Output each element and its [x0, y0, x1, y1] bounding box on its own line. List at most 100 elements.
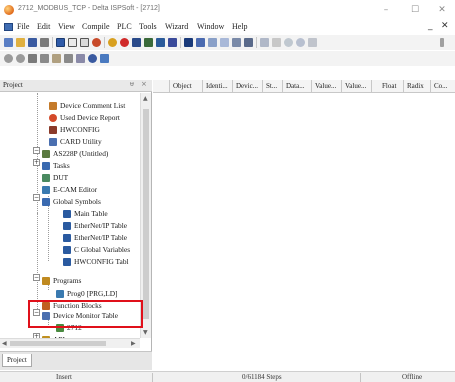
hwconfig-table-icon: [63, 258, 71, 266]
replace-icon[interactable]: [100, 54, 109, 63]
expander-minus-icon[interactable]: −: [33, 194, 40, 201]
edit-icon[interactable]: [76, 54, 85, 63]
stop-icon[interactable]: [120, 38, 129, 47]
new-project-icon[interactable]: [4, 38, 13, 47]
monitor-icon[interactable]: [156, 38, 165, 47]
ethernet-icon[interactable]: [260, 38, 269, 47]
menu-help[interactable]: Help: [232, 22, 248, 31]
column-header-identifier[interactable]: Identi...: [203, 80, 233, 93]
menu-edit[interactable]: Edit: [37, 22, 50, 31]
child-close-button[interactable]: ✕: [441, 21, 449, 31]
back-icon[interactable]: [4, 54, 13, 63]
grid-icon[interactable]: [208, 38, 217, 47]
settings-icon[interactable]: [196, 38, 205, 47]
toolbar-separator: [180, 37, 181, 48]
ld-program-icon: [56, 290, 64, 298]
column-header-radix[interactable]: Radix: [404, 80, 431, 93]
pin-icon[interactable]: ᵾ: [130, 80, 134, 88]
scrollbar-thumb[interactable]: [143, 109, 149, 319]
minimize-button[interactable]: –: [373, 3, 399, 17]
scroll-right-arrow-icon[interactable]: ▶: [131, 340, 136, 347]
tree-horizontal-scrollbar[interactable]: ◀ ▶: [0, 338, 140, 348]
close-button[interactable]: ✕: [429, 3, 455, 17]
save-icon[interactable]: [28, 38, 37, 47]
toolbar-separator: [52, 37, 53, 48]
close-icon[interactable]: ×: [141, 80, 147, 88]
title-bar: 2712_MODBUS_TCP - Delta ISPSoft - [2712]…: [0, 0, 455, 20]
column-header-value-2[interactable]: Value...: [342, 80, 372, 93]
paste-icon[interactable]: [52, 54, 61, 63]
ecam-icon: [42, 186, 50, 194]
layout-icon[interactable]: [80, 38, 89, 47]
online-mode-icon[interactable]: [108, 38, 117, 47]
help-icon[interactable]: [296, 38, 305, 47]
scroll-left-arrow-icon[interactable]: ◀: [2, 340, 7, 347]
edit-toolbar: [0, 51, 455, 66]
status-bar: Insert 0/61184 Steps Offline: [0, 371, 455, 382]
toolbar-separator: [104, 37, 105, 48]
highlight-box: [28, 300, 143, 328]
open-folder-icon[interactable]: [16, 38, 25, 47]
cut-icon[interactable]: [28, 54, 37, 63]
menu-plc[interactable]: PLC: [117, 22, 132, 31]
find-icon[interactable]: [88, 54, 97, 63]
scroll-up-arrow-icon[interactable]: ▲: [143, 95, 148, 102]
column-header-device[interactable]: Devic...: [233, 80, 263, 93]
expander-plus-icon[interactable]: +: [33, 159, 40, 166]
delete-icon[interactable]: [64, 54, 73, 63]
download-icon[interactable]: [132, 38, 141, 47]
table-icon[interactable]: [220, 38, 229, 47]
card-icon: [49, 138, 57, 146]
menu-wizard[interactable]: Wizard: [165, 22, 188, 31]
communication-icon[interactable]: [184, 38, 193, 47]
memory-icon[interactable]: [244, 38, 253, 47]
copy-icon[interactable]: [40, 54, 49, 63]
column-header-object[interactable]: Object: [170, 80, 203, 93]
device-monitor-icon[interactable]: [168, 38, 177, 47]
tasks-icon: [42, 162, 50, 170]
grid-header-row: Object Identi... Devic... St... Data... …: [153, 80, 455, 93]
status-separator: [360, 373, 361, 382]
ethernet-ip-table-icon: [63, 234, 71, 242]
report-icon[interactable]: [232, 38, 241, 47]
column-header-comment[interactable]: Co...: [431, 80, 455, 93]
maximize-button[interactable]: ☐: [402, 3, 428, 17]
dot-icon[interactable]: [272, 38, 281, 47]
tab-project[interactable]: Project: [2, 354, 32, 367]
ethernet-ip-table-icon: [63, 222, 71, 230]
compile-icon[interactable]: [92, 38, 101, 47]
about-icon[interactable]: [308, 38, 317, 47]
project-manager-icon[interactable]: [56, 38, 65, 47]
global-symbols-icon: [42, 198, 50, 206]
scroll-down-arrow-icon[interactable]: ▼: [143, 329, 148, 336]
menu-view[interactable]: View: [58, 22, 75, 31]
panel-tab-strip: Project: [0, 351, 152, 370]
document-icon[interactable]: [4, 23, 13, 31]
column-header-data-type[interactable]: Data...: [283, 80, 312, 93]
menu-file[interactable]: File: [17, 22, 29, 31]
column-header-status[interactable]: St...: [263, 80, 283, 93]
help-icon[interactable]: [284, 38, 293, 47]
plc-icon: [42, 150, 50, 158]
expander-minus-icon[interactable]: −: [33, 274, 40, 281]
comment-list-icon: [49, 102, 57, 110]
menu-compile[interactable]: Compile: [82, 22, 110, 31]
expander-minus-icon[interactable]: −: [33, 147, 40, 154]
print-icon[interactable]: [40, 38, 49, 47]
scrollbar-thumb[interactable]: [10, 341, 106, 346]
column-header-value-1[interactable]: Value...: [312, 80, 342, 93]
upload-icon[interactable]: [144, 38, 153, 47]
project-panel-header: Project ᵾ ×: [0, 80, 152, 92]
programs-icon: [42, 277, 50, 285]
menu-bar: File Edit View Compile PLC Tools Wizard …: [0, 20, 455, 34]
forward-icon[interactable]: [16, 54, 25, 63]
menu-tools[interactable]: Tools: [139, 22, 157, 31]
toolbar-overflow-icon[interactable]: [440, 38, 444, 47]
status-separator: [152, 373, 153, 382]
column-header-float[interactable]: Float: [372, 80, 404, 93]
window-icon[interactable]: [68, 38, 77, 47]
ispsoft-app-icon: [4, 5, 14, 15]
child-minimize-button[interactable]: _: [428, 21, 433, 31]
menu-window[interactable]: Window: [197, 22, 224, 31]
main-table-icon: [63, 210, 71, 218]
